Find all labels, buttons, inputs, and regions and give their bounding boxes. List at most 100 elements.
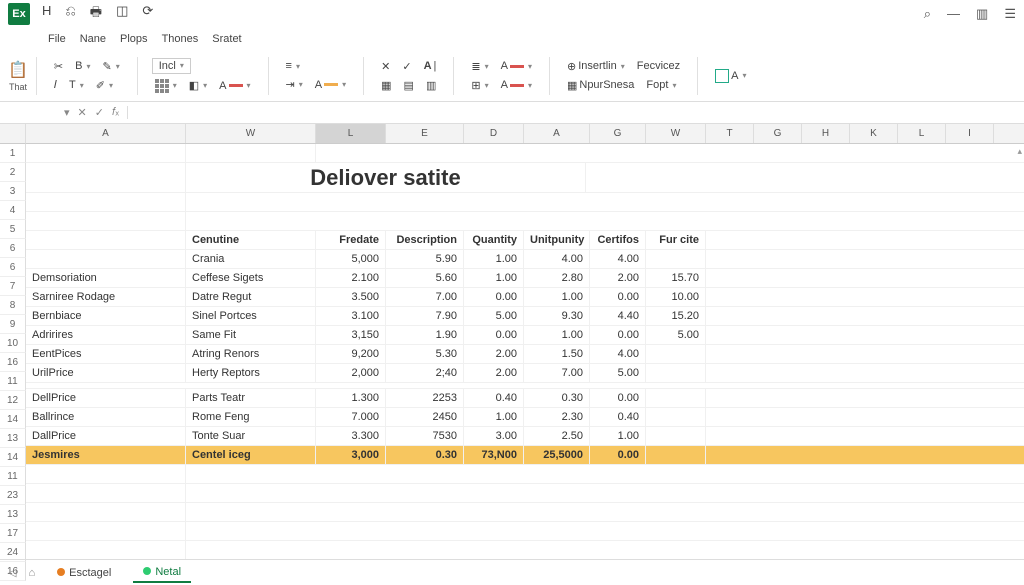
- cell[interactable]: 1.00: [464, 408, 524, 426]
- cell[interactable]: Bernbiace: [26, 307, 186, 325]
- cell[interactable]: 2253: [386, 389, 464, 407]
- row-header[interactable]: 8: [0, 296, 26, 315]
- row-header[interactable]: 11: [0, 467, 26, 486]
- cell[interactable]: 5.90: [386, 250, 464, 268]
- cell[interactable]: Tonte Suar: [186, 427, 316, 445]
- grid[interactable]: ▴ AWLEDAGWTGHKLI Deliover satite Cenutin…: [26, 124, 1024, 559]
- cut-icon[interactable]: ✂: [51, 59, 66, 74]
- column-header[interactable]: E: [386, 124, 464, 143]
- menu-nane[interactable]: Nane: [80, 33, 106, 45]
- wrap-dropdown[interactable]: ≣: [468, 59, 491, 74]
- cell[interactable]: [26, 250, 186, 268]
- cell[interactable]: [646, 446, 706, 464]
- row-header[interactable]: 1: [0, 144, 26, 163]
- cell[interactable]: 0.00: [464, 326, 524, 344]
- cell[interactable]: 1.00: [524, 326, 590, 344]
- cell[interactable]: 3.300: [316, 427, 386, 445]
- fill-color-dropdown[interactable]: ◧: [186, 78, 210, 93]
- format2-dropdown[interactable]: ✐: [93, 78, 116, 93]
- cell[interactable]: 2.00: [464, 345, 524, 363]
- row-header[interactable]: 9: [0, 315, 26, 334]
- cell[interactable]: 0.00: [590, 446, 646, 464]
- grid3-icon[interactable]: ▥: [423, 78, 439, 93]
- cell[interactable]: [646, 427, 706, 445]
- column-header[interactable]: T: [706, 124, 754, 143]
- cell[interactable]: Herty Reptors: [186, 364, 316, 382]
- cell[interactable]: 7.00: [524, 364, 590, 382]
- save-icon[interactable]: H: [42, 3, 51, 25]
- indent-dropdown[interactable]: ⇥: [283, 77, 306, 92]
- row-header[interactable]: 12: [0, 391, 26, 410]
- cell[interactable]: 5,000: [316, 250, 386, 268]
- column-header[interactable]: K: [850, 124, 898, 143]
- cell[interactable]: 1.300: [316, 389, 386, 407]
- cell[interactable]: Crania: [186, 250, 316, 268]
- cell[interactable]: 0.00: [464, 288, 524, 306]
- tab-nav-prev-icon[interactable]: ◁: [8, 566, 16, 579]
- column-header[interactable]: W: [646, 124, 706, 143]
- cell[interactable]: UrilPrice: [26, 364, 186, 382]
- cell[interactable]: DallPrice: [26, 427, 186, 445]
- cell[interactable]: 1.50: [524, 345, 590, 363]
- accept-icon[interactable]: ✓: [399, 59, 414, 74]
- cell[interactable]: Ballrince: [26, 408, 186, 426]
- cell[interactable]: EentPices: [26, 345, 186, 363]
- cell[interactable]: 2.00: [464, 364, 524, 382]
- cell[interactable]: 1.00: [464, 269, 524, 287]
- cell[interactable]: 3.100: [316, 307, 386, 325]
- fb-dropdown-icon[interactable]: ▾: [64, 106, 70, 119]
- row-header[interactable]: 14: [0, 448, 26, 467]
- row-header[interactable]: 13: [0, 505, 26, 524]
- row-header[interactable]: 17: [0, 524, 26, 543]
- align-dropdown[interactable]: ≡: [283, 59, 303, 73]
- cell[interactable]: 2.00: [590, 269, 646, 287]
- column-header[interactable]: G: [754, 124, 802, 143]
- cell[interactable]: 0.40: [590, 408, 646, 426]
- font-name-box[interactable]: Incl: [152, 58, 191, 74]
- cell[interactable]: Demsoriation: [26, 269, 186, 287]
- border-dropdown[interactable]: [152, 78, 180, 94]
- column-header[interactable]: L: [898, 124, 946, 143]
- cell[interactable]: 2.80: [524, 269, 590, 287]
- row-header[interactable]: 14: [0, 410, 26, 429]
- cell[interactable]: 4.00: [590, 345, 646, 363]
- column-header[interactable]: A: [26, 124, 186, 143]
- npursnesa-button[interactable]: ▦ NpurSnesa: [564, 78, 637, 93]
- column-header[interactable]: G: [590, 124, 646, 143]
- row-header[interactable]: 6: [0, 258, 26, 277]
- cell[interactable]: 25,5000: [524, 446, 590, 464]
- cell[interactable]: Adririres: [26, 326, 186, 344]
- cell[interactable]: 15.20: [646, 307, 706, 325]
- menu-thones[interactable]: Thones: [162, 33, 199, 45]
- cell[interactable]: Same Fit: [186, 326, 316, 344]
- bold-dropdown[interactable]: B: [72, 59, 93, 73]
- cell[interactable]: 5.60: [386, 269, 464, 287]
- cells[interactable]: Deliover satite Cenutine Fredate Descrip…: [26, 144, 1024, 559]
- style-dropdown[interactable]: ✎: [100, 59, 123, 74]
- row-header[interactable]: 16: [0, 353, 26, 372]
- cell-style-dropdown[interactable]: A: [712, 68, 749, 84]
- print-icon[interactable]: 🖶: [90, 3, 102, 25]
- cloud-icon[interactable]: ◫: [116, 3, 128, 25]
- row-header[interactable]: 3: [0, 182, 26, 201]
- cell[interactable]: 1.00: [464, 250, 524, 268]
- cell[interactable]: 4.00: [590, 250, 646, 268]
- cell[interactable]: Centel iceg: [186, 446, 316, 464]
- sheet-tab-2[interactable]: Netal: [133, 563, 191, 583]
- cell[interactable]: 7.000: [316, 408, 386, 426]
- menu-file[interactable]: File: [48, 33, 66, 45]
- row-header[interactable]: 23: [0, 486, 26, 505]
- cell[interactable]: [646, 408, 706, 426]
- cell[interactable]: 9,200: [316, 345, 386, 363]
- cell[interactable]: [646, 364, 706, 382]
- column-header[interactable]: W: [186, 124, 316, 143]
- cell[interactable]: Sinel Portces: [186, 307, 316, 325]
- cell[interactable]: 5.00: [464, 307, 524, 325]
- cell[interactable]: 2.100: [316, 269, 386, 287]
- cell[interactable]: 0.00: [590, 389, 646, 407]
- cell[interactable]: Parts Teatr: [186, 389, 316, 407]
- cell[interactable]: Sarniree Rodage: [26, 288, 186, 306]
- cell[interactable]: 10.00: [646, 288, 706, 306]
- menu-sratet[interactable]: Sratet: [212, 33, 241, 45]
- cell[interactable]: 7.00: [386, 288, 464, 306]
